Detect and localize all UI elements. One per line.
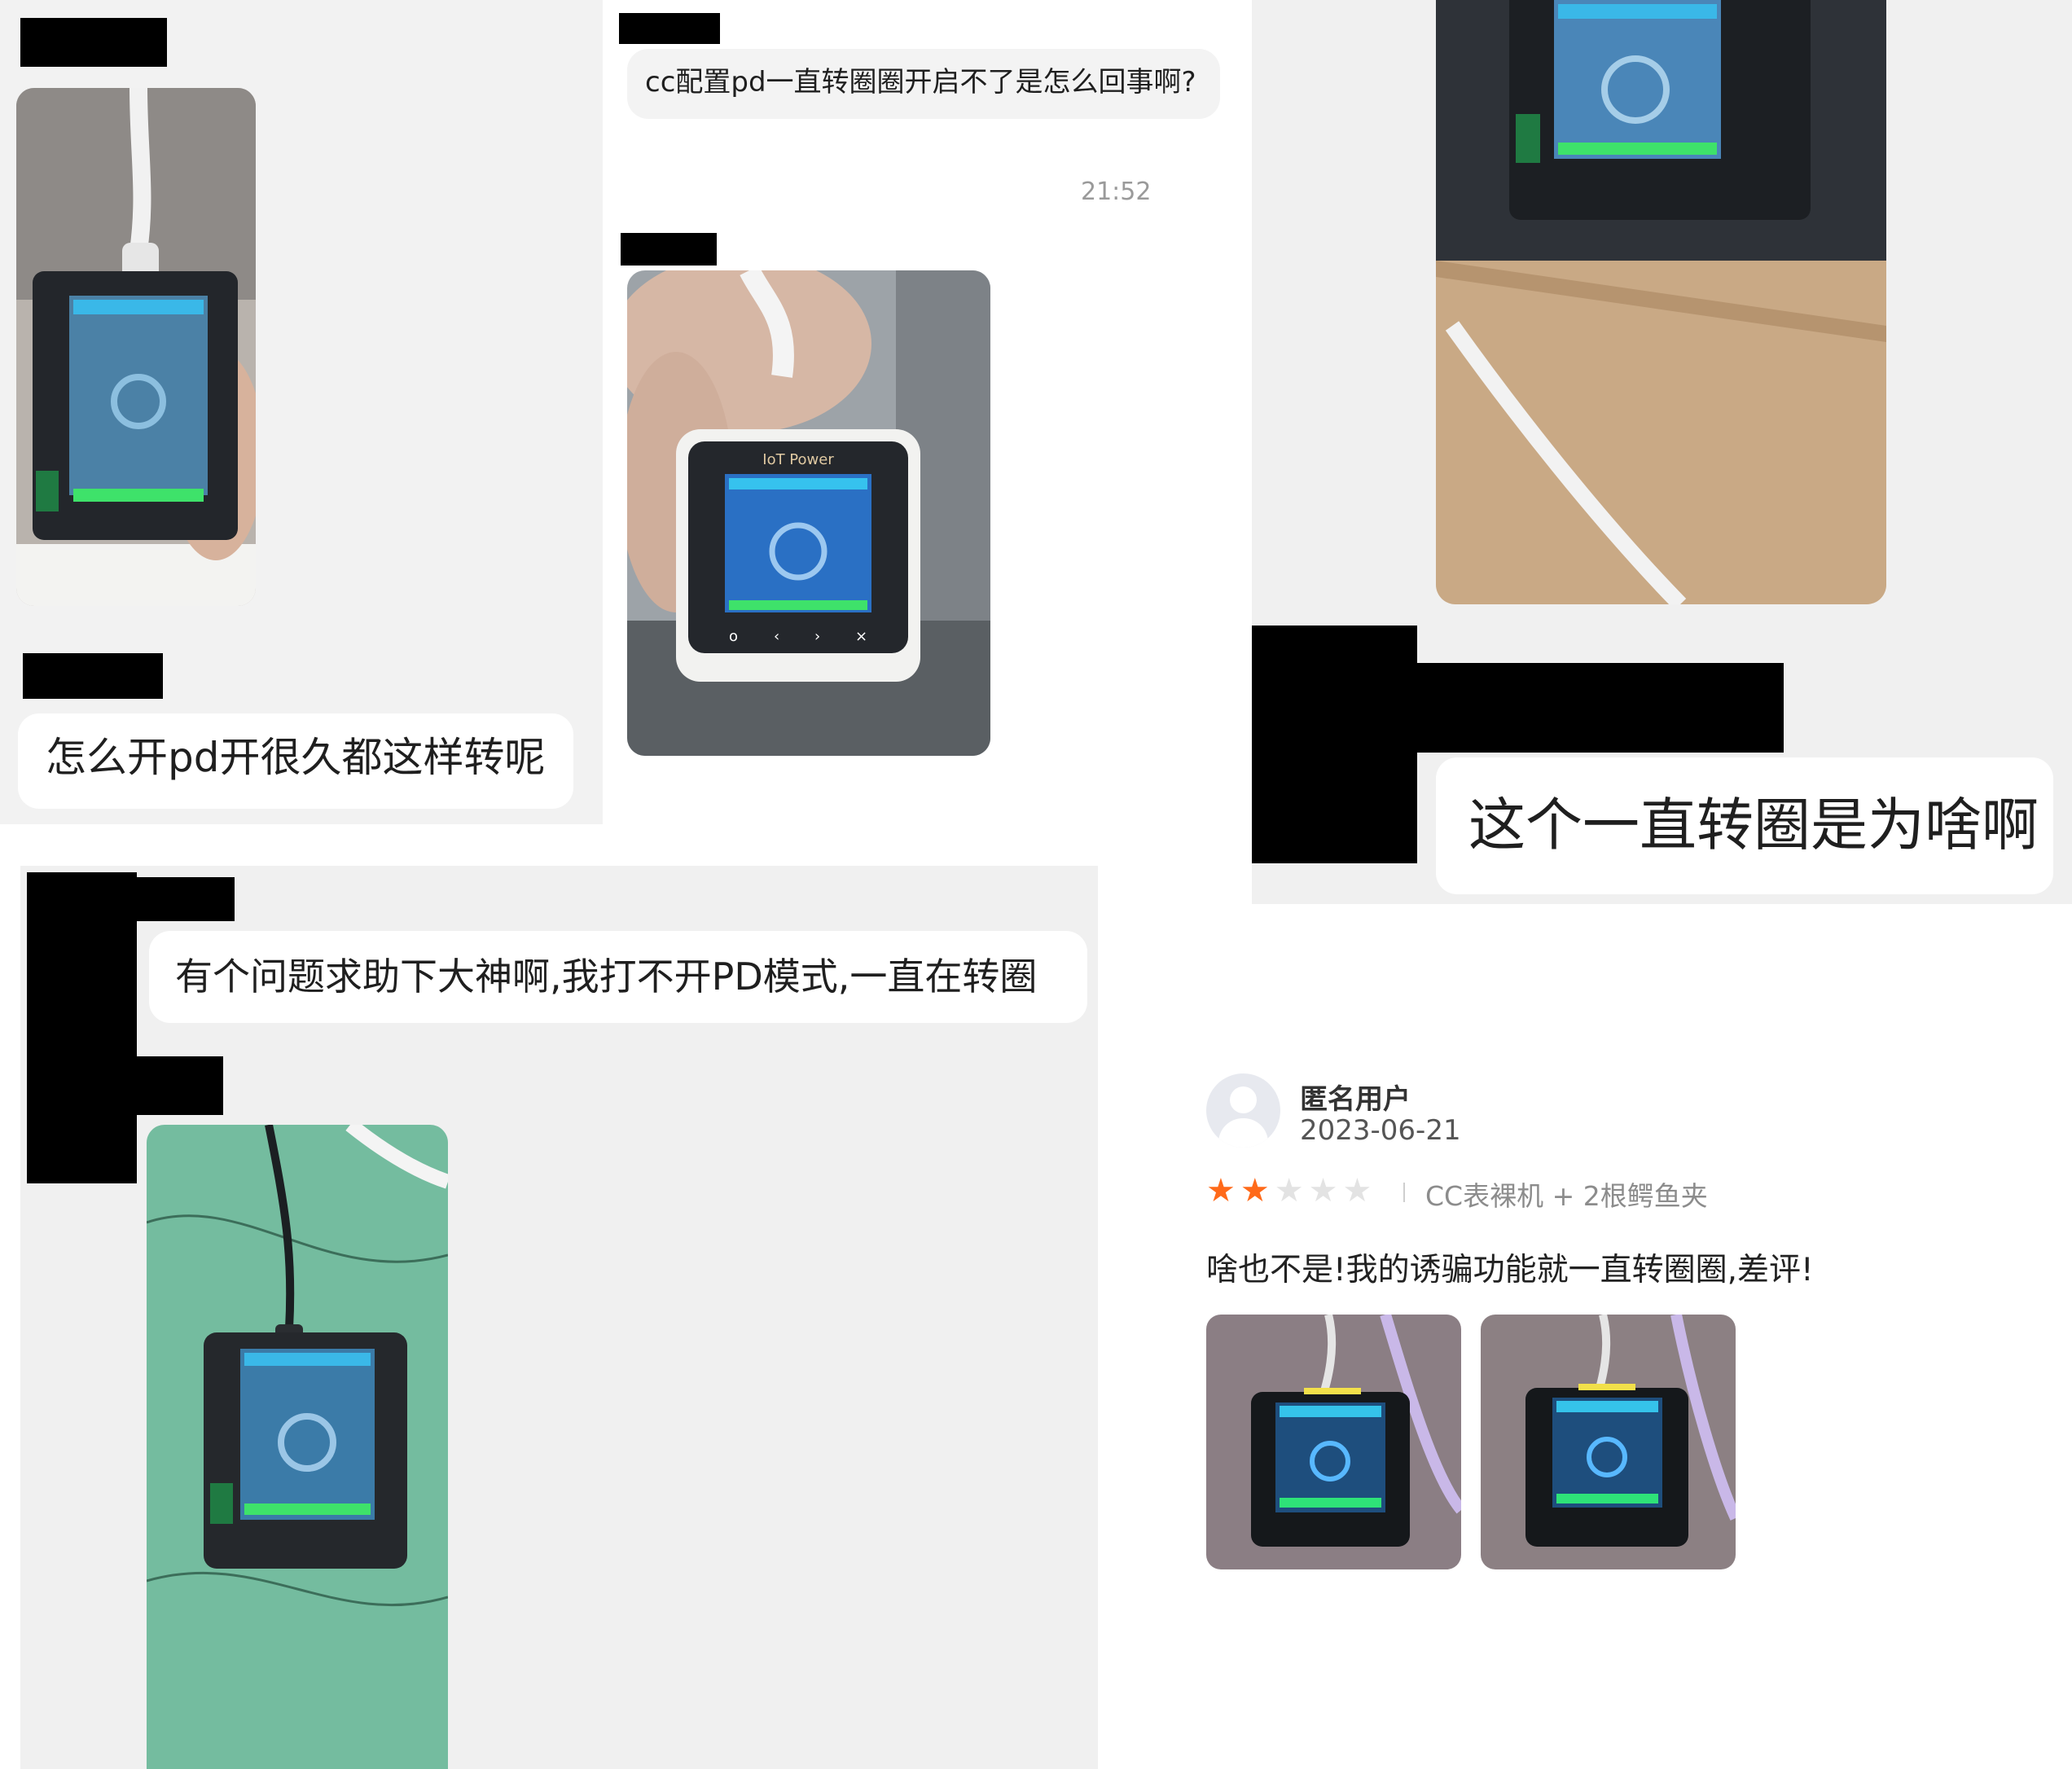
device-label: IoT Power (762, 451, 834, 468)
redacted-username (621, 233, 717, 266)
svg-text:‹: ‹ (774, 628, 779, 645)
message-bubble: 这个一直转圈是为啥啊 (1436, 757, 2053, 894)
redacted-username (23, 653, 163, 699)
review-panel: 匿名用户 2023-06-21 ★ ★ ★ ★ ★ CC表裸机 + 2根鳄鱼夹 … (1098, 904, 2072, 1769)
review-photo-1[interactable] (1206, 1315, 1461, 1569)
svg-text:o: o (729, 628, 738, 645)
divider (1403, 1183, 1405, 1202)
message-time: 21:52 (1081, 178, 1152, 206)
svg-text:×: × (855, 628, 867, 645)
chat-photo[interactable] (147, 1125, 448, 1769)
review-photo-2[interactable] (1481, 1315, 1736, 1569)
review-text: 啥也不是!我的诱骗功能就一直转圈圈,差评! (1206, 1252, 1814, 1288)
chat-panel-1: 怎么开pd开很久都这样转呢 (0, 0, 603, 824)
rating-stars: ★ ★ ★ ★ ★ (1206, 1173, 1372, 1209)
redacted-avatar (1252, 626, 1417, 863)
message-text: 怎么开pd开很久都这样转呢 (46, 734, 546, 781)
star-icon: ★ (1240, 1172, 1270, 1209)
chat-photo[interactable] (16, 88, 256, 606)
message-text: 这个一直转圈是为啥啊 (1468, 792, 2039, 858)
redacted-username (1415, 663, 1784, 753)
chat-photo[interactable]: IoT Power o ‹ › × (627, 270, 990, 756)
purchase-variant: CC表裸机 + 2根鳄鱼夹 (1425, 1180, 1708, 1212)
chat-panel-3: 这个一直转圈是为啥啊 (1252, 0, 2072, 904)
redacted-username (619, 13, 720, 44)
message-bubble: 有个问题求助下大神啊,我打不开PD模式,一直在转圈 (149, 931, 1087, 1023)
message-bubble: cc配置pd一直转圈圈开启不了是怎么回事啊? (627, 49, 1220, 119)
star-icon: ★ (1308, 1172, 1338, 1209)
chat-panel-2: cc配置pd一直转圈圈开启不了是怎么回事啊? 21:52 IoT Power o… (603, 0, 1252, 824)
redacted-username (20, 18, 167, 67)
svg-text:›: › (814, 628, 820, 645)
star-icon: ★ (1342, 1172, 1372, 1209)
redacted-username (137, 1056, 223, 1115)
star-icon: ★ (1274, 1172, 1304, 1209)
chat-photo[interactable] (1436, 0, 1886, 604)
collage: { "chat1": { "message": "怎么开pd开很久都这样转呢" … (0, 0, 2072, 1769)
redacted-username (137, 877, 235, 921)
review-date: 2023-06-21 (1300, 1114, 1461, 1147)
message-bubble: 怎么开pd开很久都这样转呢 (18, 713, 573, 809)
chat-panel-4: 有个问题求助下大神啊,我打不开PD模式,一直在转圈 (20, 866, 1098, 1769)
star-icon: ★ (1206, 1172, 1236, 1209)
message-text: cc配置pd一直转圈圈开启不了是怎么回事啊? (645, 66, 1196, 99)
redacted-avatar (27, 872, 137, 1183)
message-text: 有个问题求助下大神啊,我打不开PD模式,一直在转圈 (175, 955, 1038, 999)
reviewer-name: 匿名用户 (1300, 1083, 1411, 1116)
avatar[interactable] (1206, 1073, 1280, 1148)
